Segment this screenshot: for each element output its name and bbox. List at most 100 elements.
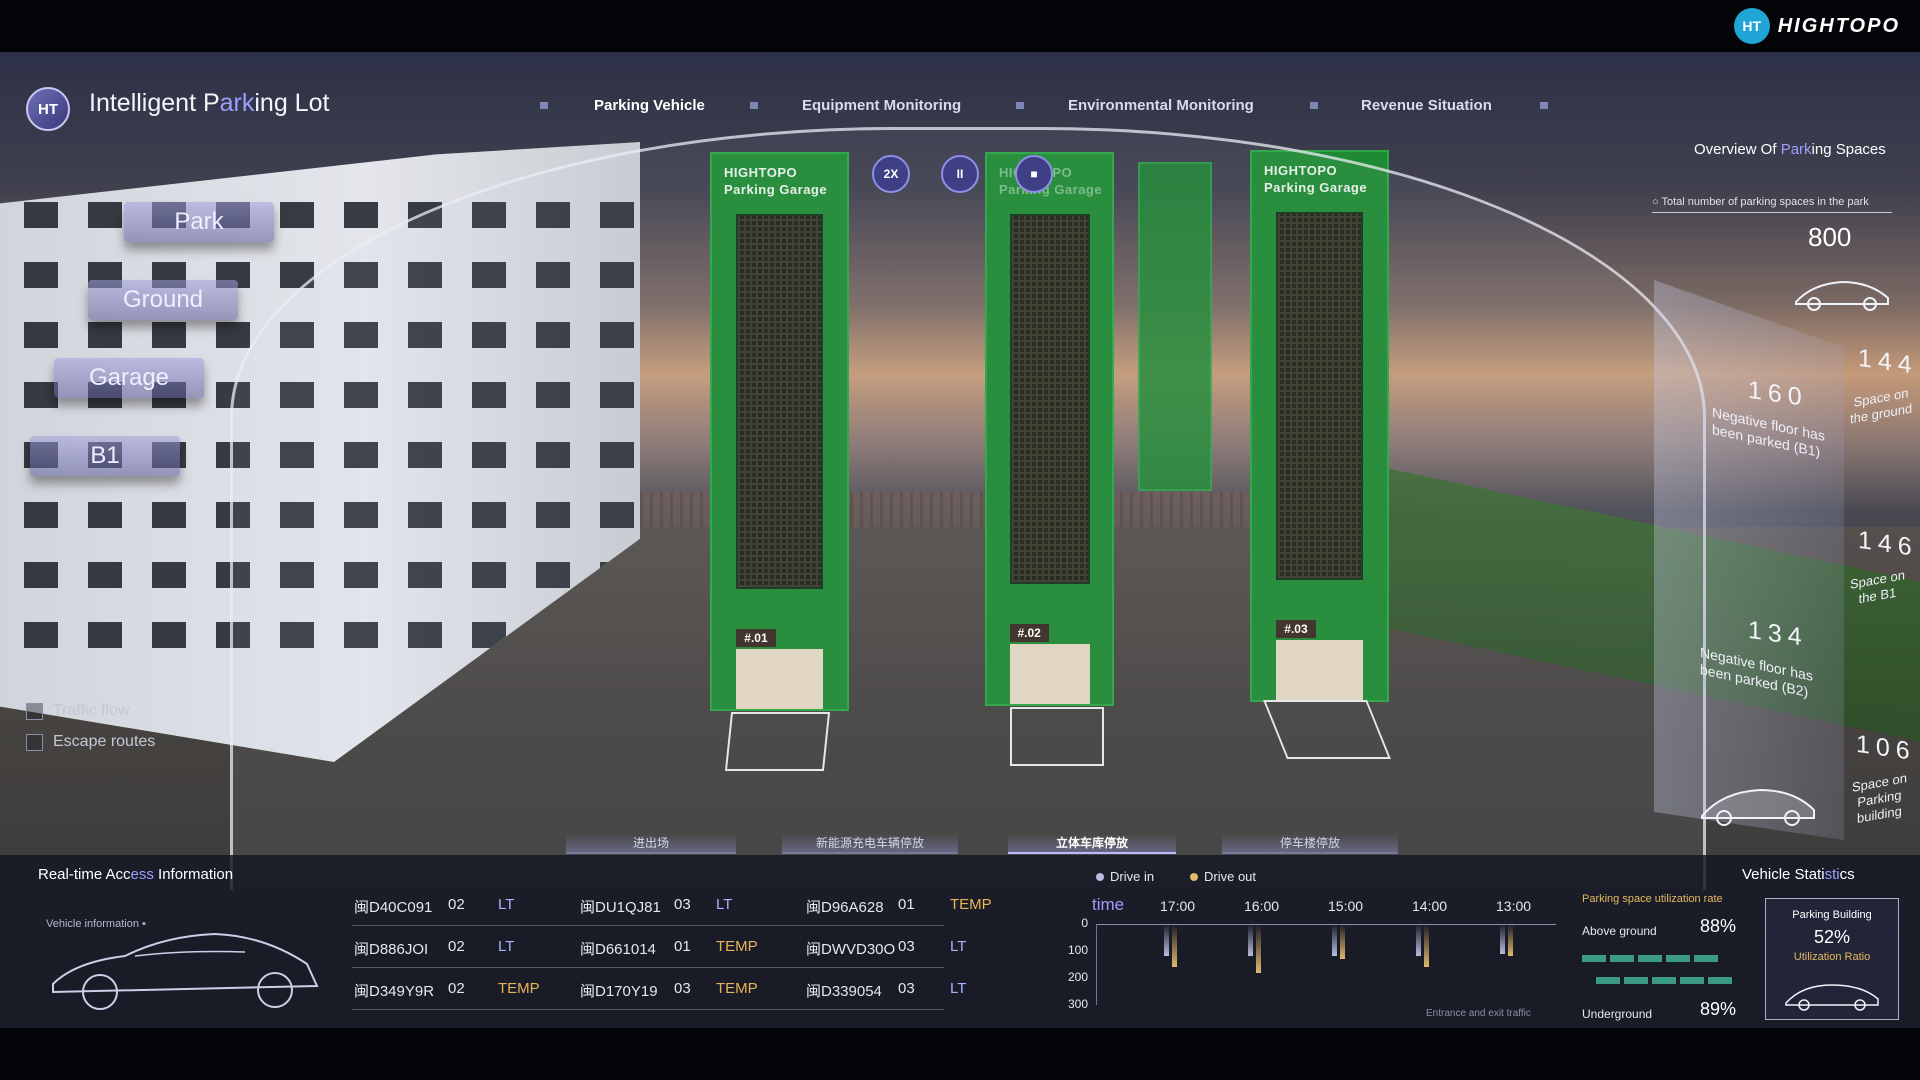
- drive-in-bar: [1416, 924, 1421, 957]
- checkbox-label: Traffic flow: [53, 702, 130, 719]
- vehicle-stats-title: Vehicle Statistics: [1742, 866, 1855, 883]
- parking-type: TEMP: [950, 896, 992, 913]
- floor-garage-button[interactable]: Garage: [54, 358, 204, 398]
- legend-label: Drive in: [1110, 869, 1155, 884]
- floor-park-button[interactable]: Park: [124, 202, 274, 242]
- stop-button[interactable]: ■: [1015, 155, 1053, 193]
- lane-number: 03: [674, 896, 691, 913]
- speed-2x-button[interactable]: 2X: [872, 155, 910, 193]
- utilization-segment: [1666, 955, 1690, 962]
- access-title-part: Information: [153, 866, 234, 883]
- tab-ev-charging[interactable]: 新能源充电车辆停放: [782, 834, 958, 854]
- x-tick-label: 17:00: [1160, 898, 1196, 914]
- nav-separator: [750, 102, 758, 109]
- drive-out-bar: [1172, 924, 1177, 968]
- drive-out-bar: [1424, 924, 1429, 968]
- tab-parking-vehicle[interactable]: Parking Vehicle: [594, 97, 705, 114]
- drive-out-bar: [1508, 924, 1513, 957]
- checkbox-label: Escape routes: [53, 733, 156, 750]
- x-tick-label: 13:00: [1496, 898, 1532, 914]
- utilization-segment: [1708, 977, 1732, 984]
- parking-type: LT: [716, 896, 733, 913]
- access-title-highlight: ess: [130, 866, 154, 883]
- tab-environmental-monitoring[interactable]: Environmental Monitoring: [1068, 97, 1254, 114]
- x-tick-label: 14:00: [1412, 898, 1448, 914]
- legend-drive-in: Drive in: [1096, 869, 1154, 884]
- tab-revenue-situation[interactable]: Revenue Situation: [1361, 97, 1492, 114]
- x-axis-label: time: [1092, 895, 1125, 914]
- drive-out-bar: [1340, 924, 1345, 960]
- utilization-segment: [1582, 955, 1606, 962]
- underground-label: Underground: [1582, 1007, 1653, 1021]
- utilization-segment: [1652, 977, 1676, 984]
- parking-type: TEMP: [716, 980, 758, 997]
- utilization-segment: [1638, 955, 1662, 962]
- x-tick-label: 15:00: [1328, 898, 1364, 914]
- overview-title: Overview Of Parking Spaces: [1694, 141, 1886, 158]
- car-icon: [1701, 788, 1815, 826]
- lane-number: 01: [674, 938, 691, 955]
- traffic-flow-checkbox[interactable]: Traffic flow: [26, 702, 129, 720]
- brand-logo: HT HIGHTOPO: [1733, 8, 1900, 44]
- access-title-part: Real-time Acc: [38, 866, 131, 883]
- legend-dot-icon: [1190, 872, 1198, 881]
- escape-routes-checkbox[interactable]: Escape routes: [26, 733, 155, 751]
- y-tick-label: 0: [1081, 916, 1088, 930]
- y-tick-label: 300: [1067, 997, 1088, 1011]
- drive-in-bar: [1164, 924, 1169, 957]
- lane-number: 03: [898, 938, 915, 955]
- parking-type: LT: [498, 938, 515, 955]
- utilization-segment: [1610, 955, 1634, 962]
- bottom-black-bar: [0, 1028, 1920, 1080]
- utilization-segment: [1680, 977, 1704, 984]
- floor-ground-button[interactable]: Ground: [88, 280, 238, 320]
- tab-entry-exit[interactable]: 进出场: [566, 834, 736, 854]
- lane-number: 01: [898, 896, 915, 913]
- row-divider: [352, 1009, 944, 1010]
- plate-number: 闽DU1QJ81: [580, 899, 661, 916]
- checkbox-box[interactable]: [26, 733, 43, 751]
- car-icon: [1785, 984, 1879, 1011]
- row-divider: [352, 967, 944, 968]
- lane-number: 02: [448, 980, 465, 997]
- plate-number: 闽D349Y9R: [354, 983, 435, 1000]
- nav-separator: [1310, 102, 1318, 109]
- overview-total: 800: [1808, 222, 1852, 252]
- brand-name: HIGHTOPO: [1777, 14, 1900, 37]
- tab-stereo-garage[interactable]: 立体车库停放: [1008, 834, 1176, 854]
- parking-type: LT: [950, 980, 967, 997]
- drive-in-bar: [1248, 924, 1253, 957]
- app-logo-icon: HT: [26, 87, 70, 131]
- overview-subtitle-text: Total number of parking spaces in the pa…: [1661, 196, 1869, 208]
- glass-dome-outline: [230, 127, 1706, 890]
- overview-title-part: Overview Of: [1694, 141, 1781, 158]
- nav-separator: [540, 102, 548, 109]
- brand-mark-icon: HT: [1733, 8, 1770, 44]
- legend-dot-icon: [1096, 872, 1104, 881]
- top-black-bar: [0, 0, 1920, 52]
- tab-equipment-monitoring[interactable]: Equipment Monitoring: [802, 97, 961, 114]
- checkbox-box[interactable]: [26, 702, 43, 720]
- overview-subtitle: ○ Total number of parking spaces in the …: [1652, 196, 1892, 213]
- lane-number: 02: [448, 938, 465, 955]
- pause-button[interactable]: II: [941, 155, 979, 193]
- vehicle-stats-title-part: Vehicle Stati: [1742, 866, 1825, 883]
- plate-number: 闽D339054: [806, 983, 882, 1000]
- drive-out-bar: [1256, 924, 1261, 973]
- plate-number: 闽D661014: [580, 941, 656, 958]
- x-tick-label: 16:00: [1244, 898, 1280, 914]
- lane-number: 02: [448, 896, 465, 913]
- sports-car-icon: [52, 932, 319, 1010]
- parking-type: LT: [950, 938, 967, 955]
- overview-title-part: ing Spaces: [1811, 141, 1886, 158]
- lane-number: 03: [898, 980, 915, 997]
- pb-subtitle: Utilization Ratio: [1793, 951, 1871, 963]
- y-tick-label: 100: [1067, 943, 1088, 957]
- car-icon: [1795, 280, 1889, 311]
- vehicle-stats-title-highlight: sti: [1824, 866, 1840, 883]
- tab-parking-building[interactable]: 停车楼停放: [1222, 834, 1398, 854]
- above-ground-label: Above ground: [1582, 924, 1657, 938]
- row-divider: [352, 925, 944, 926]
- plate-number: 闽D886JOI: [354, 941, 429, 958]
- floor-b1-button[interactable]: B1: [30, 436, 180, 476]
